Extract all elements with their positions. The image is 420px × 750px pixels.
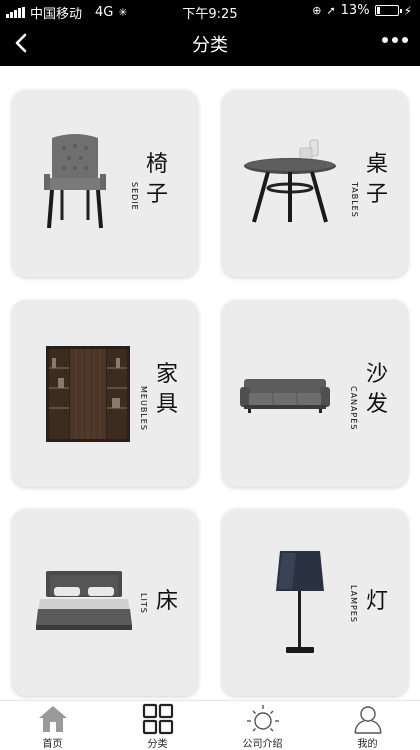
bed-image (36, 571, 132, 630)
cabinet-image (46, 346, 130, 442)
sun-icon (247, 705, 279, 732)
category-card-sofas[interactable]: 沙发 CANAPÉS (222, 300, 408, 487)
more-dot-icon (382, 37, 388, 43)
more-dot-icon (392, 37, 398, 43)
status-bar: 中国移动 4G ✳ 下午9:25 ⊕ ➚ 13% ⚡ (0, 0, 420, 22)
category-name: 床 (156, 589, 179, 614)
category-name: 椅子 (146, 152, 169, 207)
category-name: 灯 (366, 589, 389, 614)
battery-icon (374, 5, 402, 16)
category-name-en: MEUBLES (139, 386, 148, 431)
sofa-image (240, 379, 330, 413)
category-card-lamps[interactable]: 灯 LAMPES (222, 509, 408, 696)
more-dot-icon (402, 37, 408, 43)
category-name: 沙发 (366, 362, 389, 417)
category-name-en: LAMPES (349, 585, 358, 623)
more-button[interactable] (382, 37, 408, 43)
location-icon: ➚ (326, 4, 336, 17)
lock-rotation-icon: ⊕ (312, 4, 322, 17)
category-name-en: LITS (139, 593, 148, 614)
charging-icon: ⚡ (403, 3, 412, 18)
chair-image (44, 134, 106, 229)
category-card-chairs[interactable]: 椅子 SEDIE (12, 90, 198, 277)
category-name-en: SEDIE (130, 182, 139, 211)
category-name: 桌子 (366, 152, 389, 207)
tab-label: 公司介绍 (242, 739, 283, 750)
tab-category[interactable]: 分类 (105, 701, 210, 750)
table-image (244, 139, 336, 223)
tab-bar: 首页 分类 公司介绍 我的 (0, 700, 420, 750)
tab-me[interactable]: 我的 (315, 701, 420, 750)
category-grid: 椅子 SEDIE 桌子 TABLES 家具 MEUBLES 沙发 CANAPÉS… (0, 66, 420, 700)
category-name-en: CANAPÉS (349, 386, 358, 431)
tab-home[interactable]: 首页 (0, 701, 105, 750)
user-icon (354, 706, 382, 734)
category-name: 家具 (156, 362, 179, 417)
category-card-furniture[interactable]: 家具 MEUBLES (12, 300, 198, 487)
category-name-en: TABLES (350, 182, 359, 218)
tab-label: 分类 (147, 739, 168, 750)
tab-label: 首页 (42, 739, 63, 750)
lamp-image (276, 551, 324, 653)
category-card-tables[interactable]: 桌子 TABLES (222, 90, 408, 277)
page-title: 分类 (192, 35, 228, 56)
tab-company[interactable]: 公司介绍 (210, 701, 315, 750)
category-card-beds[interactable]: 床 LITS (12, 509, 198, 696)
home-icon (39, 706, 67, 732)
tab-label: 我的 (357, 739, 378, 750)
nav-bar: 分类 (0, 20, 420, 66)
battery-percent: 13% (340, 3, 370, 18)
grid-icon (142, 703, 174, 735)
